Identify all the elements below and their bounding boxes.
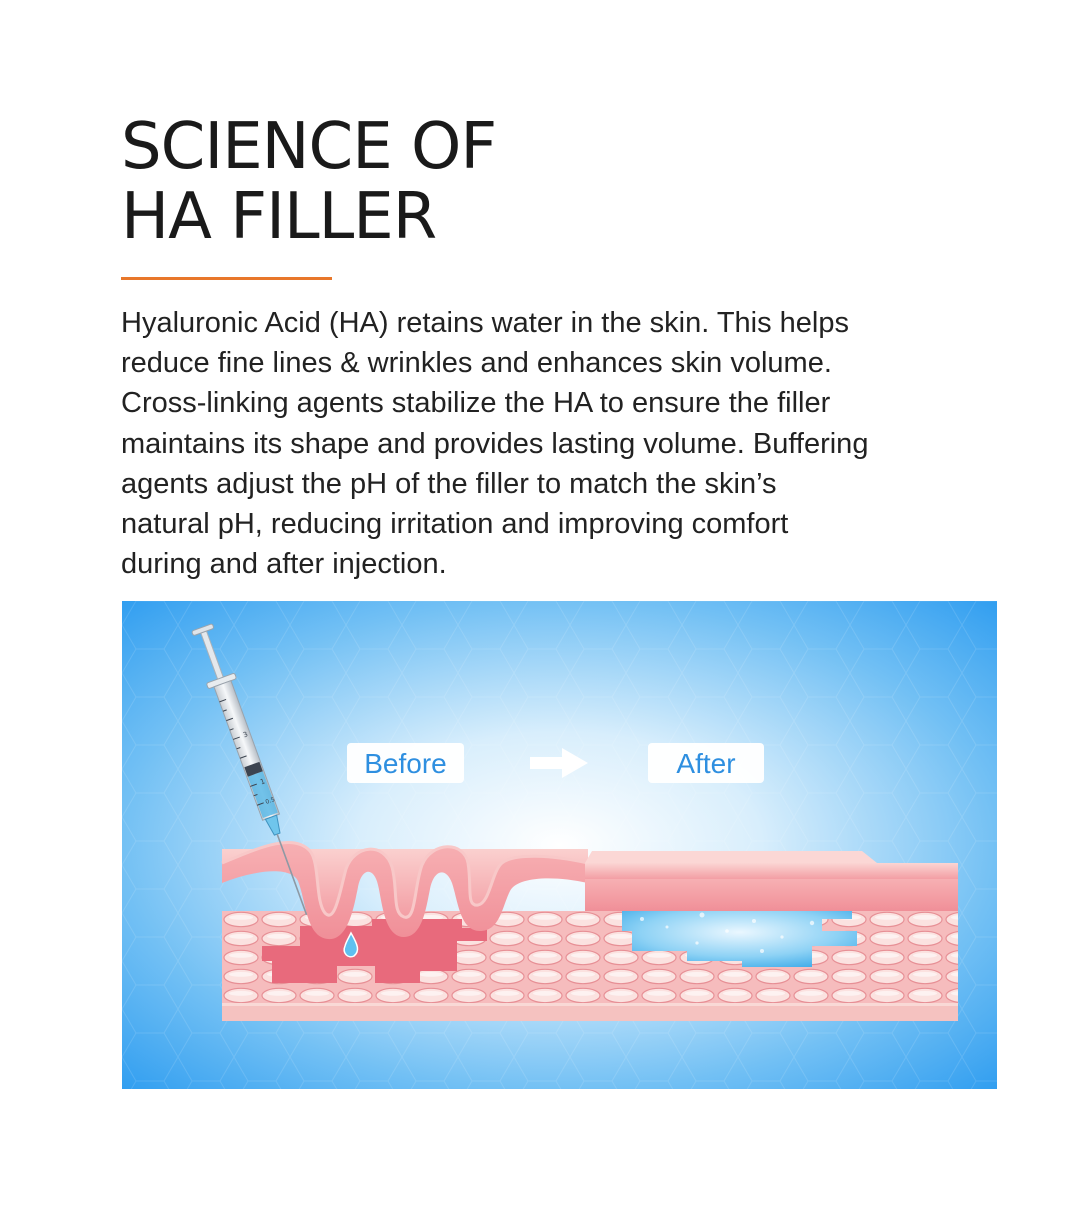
before-skin-block xyxy=(221,841,589,1021)
after-label: After xyxy=(648,743,764,783)
description-paragraph: Hyaluronic Acid (HA) retains water in th… xyxy=(121,303,1021,584)
before-after-illustration: 3 1 0.5 Before After xyxy=(122,601,997,1089)
after-skin-block xyxy=(585,851,958,1021)
description-line: during and after injection. xyxy=(121,548,447,581)
page-title: SCIENCE OF HA FILLER xyxy=(121,110,497,254)
before-label: Before xyxy=(347,743,464,783)
before-label-text: Before xyxy=(364,748,447,779)
description-line: natural pH, reducing irritation and impr… xyxy=(121,508,789,541)
description-line: reduce fine lines & wrinkles and enhance… xyxy=(121,347,832,380)
description-line: Hyaluronic Acid (HA) retains water in th… xyxy=(121,307,849,339)
description-line: agents adjust the pH of the filler to ma… xyxy=(121,467,777,500)
description-line: Cross-linking agents stabilize the HA to… xyxy=(121,387,831,420)
title-line-2: HA FILLER xyxy=(121,180,437,254)
description-line: maintains its shape and provides lasting… xyxy=(121,427,869,460)
after-label-text: After xyxy=(676,748,735,779)
title-line-1: SCIENCE OF xyxy=(121,110,497,184)
accent-divider xyxy=(121,277,332,280)
